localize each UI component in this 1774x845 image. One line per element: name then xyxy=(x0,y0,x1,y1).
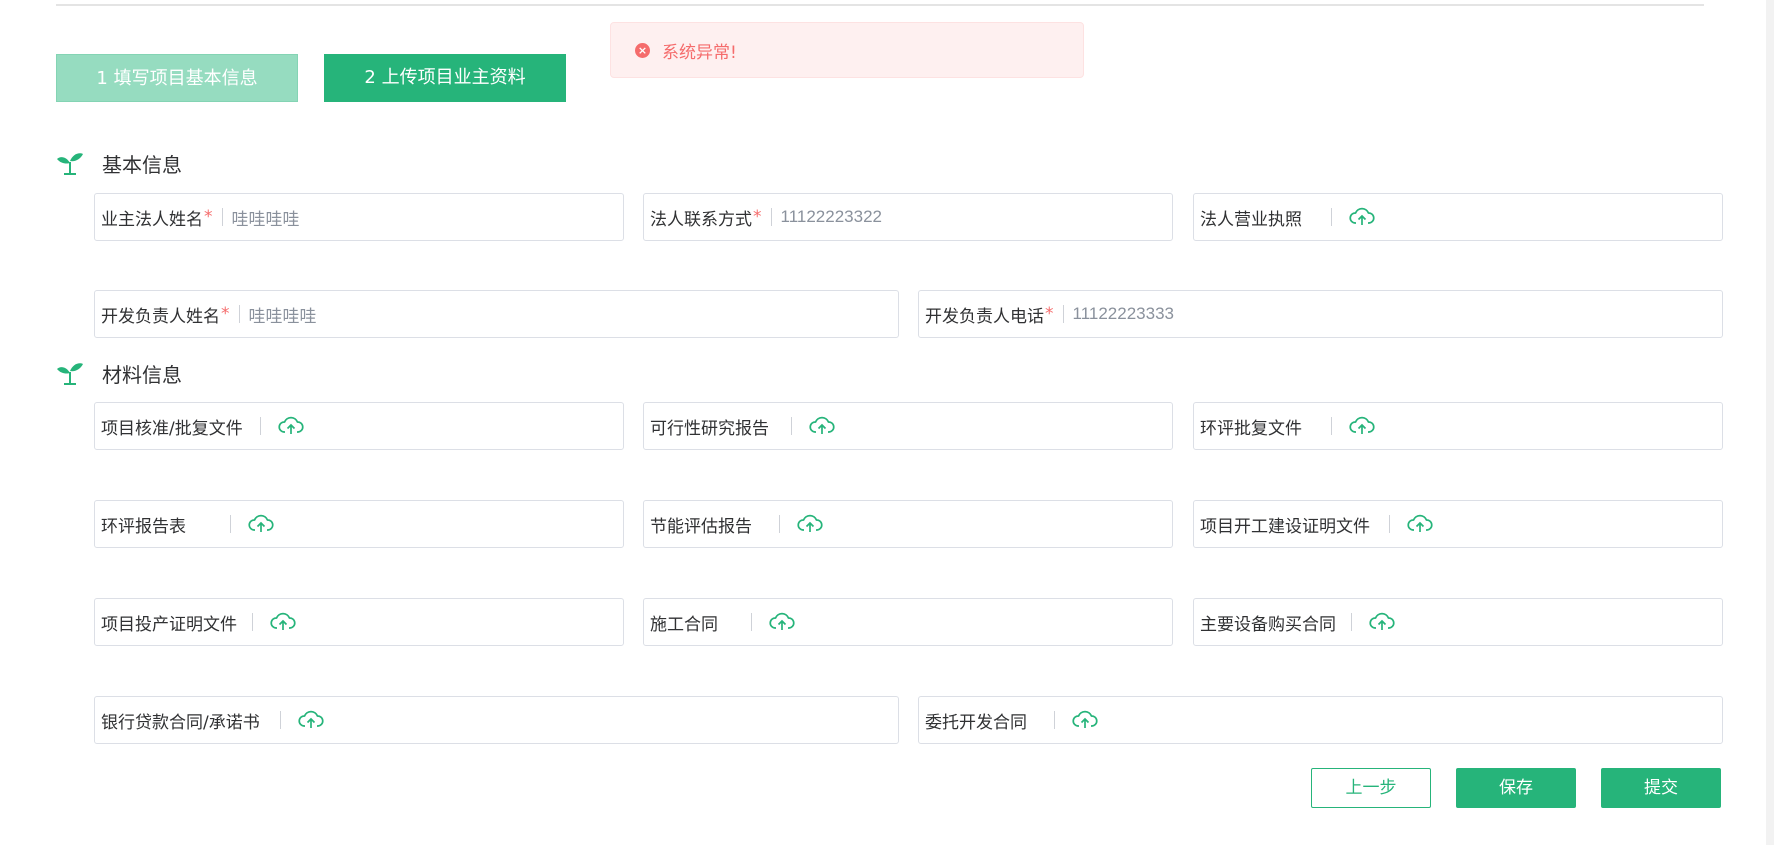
required-mark: * xyxy=(204,207,213,227)
cloud-upload-icon[interactable] xyxy=(797,514,823,534)
field-separator xyxy=(751,613,752,631)
dev-lead-name-field[interactable]: 开发负责人姓名 * 哇哇哇哇 xyxy=(94,290,899,338)
step-1-tab[interactable]: 1 填写项目基本信息 xyxy=(56,54,298,102)
step-2-tab[interactable]: 2 上传项目业主资料 xyxy=(324,54,566,102)
cloud-upload-icon[interactable] xyxy=(278,416,304,436)
field-separator xyxy=(770,208,772,226)
field-separator xyxy=(1331,417,1332,435)
error-toast: × 系统异常! xyxy=(610,22,1084,78)
field-label: 主要设备购买合同 xyxy=(1200,614,1336,635)
toast-message: 系统异常! xyxy=(662,42,737,63)
dev-lead-name-input[interactable]: 哇哇哇哇 xyxy=(249,302,317,327)
field-separator xyxy=(230,515,231,533)
material-upload-field[interactable]: 项目开工建设证明文件 xyxy=(1193,500,1723,548)
material-upload-field[interactable]: 委托开发合同 xyxy=(918,696,1723,744)
field-separator xyxy=(1389,515,1390,533)
material-upload-field[interactable]: 可行性研究报告 xyxy=(643,402,1173,450)
dev-lead-phone-input[interactable]: 11122223333 xyxy=(1073,304,1174,324)
field-separator xyxy=(791,417,792,435)
field-label: 项目投产证明文件 xyxy=(101,614,237,635)
cloud-upload-icon[interactable] xyxy=(1407,514,1433,534)
field-label: 可行性研究报告 xyxy=(650,418,769,439)
material-upload-field[interactable]: 银行贷款合同/承诺书 xyxy=(94,696,899,744)
save-button[interactable]: 保存 xyxy=(1456,768,1576,808)
material-upload-field[interactable]: 节能评估报告 xyxy=(643,500,1173,548)
required-mark: * xyxy=(753,207,762,227)
material-upload-field[interactable]: 项目投产证明文件 xyxy=(94,598,624,646)
material-upload-field[interactable]: 环评报告表 xyxy=(94,500,624,548)
cloud-upload-icon[interactable] xyxy=(298,710,324,730)
cloud-upload-icon[interactable] xyxy=(1349,416,1375,436)
section-material-info: 材料信息 xyxy=(56,359,182,387)
field-separator xyxy=(1331,208,1332,226)
cloud-upload-icon[interactable] xyxy=(1072,710,1098,730)
material-upload-field[interactable]: 主要设备购买合同 xyxy=(1193,598,1723,646)
prev-step-button[interactable]: 上一步 xyxy=(1311,768,1431,808)
field-separator xyxy=(280,711,281,729)
field-label: 委托开发合同 xyxy=(925,712,1027,733)
field-label: 施工合同 xyxy=(650,614,718,635)
field-separator xyxy=(252,613,253,631)
field-separator xyxy=(260,417,261,435)
field-label: 项目开工建设证明文件 xyxy=(1200,516,1370,537)
error-circle-icon: × xyxy=(635,42,650,58)
cloud-upload-icon[interactable] xyxy=(1369,612,1395,632)
top-divider xyxy=(56,4,1704,6)
field-separator xyxy=(1054,711,1055,729)
legal-contact-field[interactable]: 法人联系方式 * 11122223322 xyxy=(643,193,1173,241)
section-basic-info: 基本信息 xyxy=(56,149,182,177)
cloud-upload-icon[interactable] xyxy=(270,612,296,632)
submit-button[interactable]: 提交 xyxy=(1601,768,1721,808)
section-title-basic: 基本信息 xyxy=(102,152,182,177)
field-separator xyxy=(221,208,223,226)
owner-legal-name-input[interactable]: 哇哇哇哇 xyxy=(232,205,300,230)
business-license-field[interactable]: 法人营业执照 xyxy=(1193,193,1723,241)
scrollbar-track[interactable] xyxy=(1766,0,1774,845)
cloud-upload-icon[interactable] xyxy=(769,612,795,632)
section-title-material: 材料信息 xyxy=(102,362,182,387)
field-label: 法人营业执照 xyxy=(1200,209,1302,230)
material-upload-field[interactable]: 项目核准/批复文件 xyxy=(94,402,624,450)
field-label: 业主法人姓名 xyxy=(101,209,203,230)
field-label: 银行贷款合同/承诺书 xyxy=(101,712,260,733)
cloud-upload-icon[interactable] xyxy=(1349,207,1375,227)
field-separator xyxy=(238,305,240,323)
field-label: 项目核准/批复文件 xyxy=(101,418,243,439)
dev-lead-phone-field[interactable]: 开发负责人电话 * 11122223333 xyxy=(918,290,1723,338)
required-mark: * xyxy=(1045,304,1054,324)
field-separator xyxy=(1062,305,1064,323)
cloud-upload-icon[interactable] xyxy=(248,514,274,534)
sprout-icon xyxy=(57,153,83,175)
field-separator xyxy=(779,515,780,533)
field-label: 环评批复文件 xyxy=(1200,418,1302,439)
field-label: 环评报告表 xyxy=(101,516,186,537)
owner-legal-name-field[interactable]: 业主法人姓名 * 哇哇哇哇 xyxy=(94,193,624,241)
cloud-upload-icon[interactable] xyxy=(809,416,835,436)
field-separator xyxy=(1351,613,1352,631)
field-label: 法人联系方式 xyxy=(650,209,752,230)
legal-contact-input[interactable]: 11122223322 xyxy=(781,207,882,227)
sprout-icon xyxy=(57,363,83,385)
material-upload-field[interactable]: 环评批复文件 xyxy=(1193,402,1723,450)
field-label: 节能评估报告 xyxy=(650,516,752,537)
field-label: 开发负责人电话 xyxy=(925,306,1044,327)
material-upload-field[interactable]: 施工合同 xyxy=(643,598,1173,646)
field-label: 开发负责人姓名 xyxy=(101,306,220,327)
required-mark: * xyxy=(221,304,230,324)
